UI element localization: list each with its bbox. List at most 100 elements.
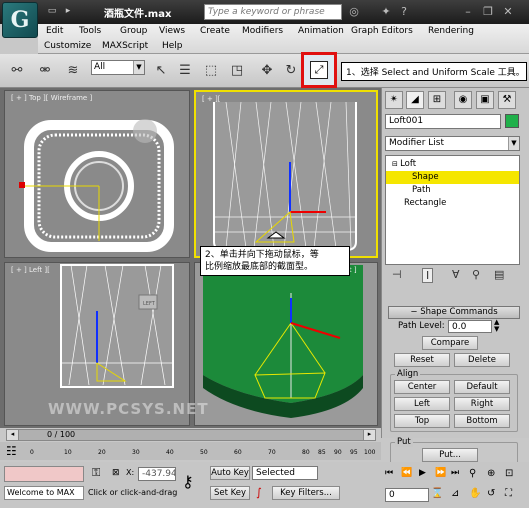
field-of-view-icon[interactable]: ⊿ — [451, 488, 459, 499]
absolute-mode-icon[interactable]: ⊠ — [112, 468, 120, 478]
menu-maxscript[interactable]: MAXScript — [102, 41, 148, 51]
create-tab-icon[interactable]: ✴ — [385, 91, 403, 109]
menu-rendering[interactable]: Rendering — [428, 26, 474, 36]
menu-edit[interactable]: Edit — [46, 26, 63, 36]
menu-modifiers[interactable]: Modifiers — [242, 26, 283, 36]
select-and-uniform-scale-button[interactable]: ⤢ — [301, 52, 337, 88]
go-to-start-icon[interactable]: ⏮ — [385, 468, 393, 478]
pin-stack-icon[interactable]: ⊣ — [392, 268, 402, 281]
rectangular-selection-icon[interactable]: ⬚ — [202, 62, 220, 80]
maxscript-listener-white[interactable]: Welcome to MAX — [4, 486, 84, 500]
orbit-icon[interactable]: ↺ — [487, 488, 495, 499]
select-by-name-icon[interactable]: ☰ — [176, 62, 194, 80]
align-bottom-button[interactable]: Bottom — [454, 414, 510, 428]
menu-views[interactable]: Views — [159, 26, 185, 36]
close-icon[interactable]: ✕ — [500, 4, 516, 20]
tick-95: 95 — [350, 449, 358, 456]
menu-help[interactable]: Help — [162, 41, 183, 51]
menu-create[interactable]: Create — [200, 26, 230, 36]
delete-button[interactable]: Delete — [454, 353, 510, 367]
zoom-icon[interactable]: ⚲ — [469, 468, 476, 479]
display-tab-icon[interactable]: ▣ — [476, 91, 494, 109]
key-filters-button[interactable]: Key Filters... — [272, 486, 340, 500]
object-name-field[interactable]: Loft001 — [385, 114, 501, 129]
align-center-button[interactable]: Center — [394, 380, 450, 394]
bind-space-warp-icon[interactable]: ≋ — [64, 62, 82, 80]
star-icon[interactable]: ✦ — [378, 4, 394, 20]
next-key-icon[interactable]: ⏩ — [435, 468, 446, 478]
track-bar[interactable]: ☷ 0 10 20 30 40 50 60 70 80 85 90 95 100 — [0, 442, 381, 460]
motion-tab-icon[interactable]: ◉ — [454, 91, 472, 109]
x-coordinate-field[interactable]: -437.94 — [138, 467, 176, 481]
new-file-icon[interactable]: ▭ — [46, 5, 58, 17]
zoom-all-icon[interactable]: ⊕ — [487, 468, 495, 479]
align-left-button[interactable]: Left — [394, 397, 450, 411]
path-level-spinner[interactable]: ▲ ▼ — [494, 319, 499, 333]
show-end-result-icon[interactable]: I — [422, 268, 434, 283]
menu-group[interactable]: Group — [120, 26, 147, 36]
modify-tab-icon[interactable]: ◢ — [406, 91, 424, 109]
menu-graph-editors[interactable]: Graph Editors — [351, 26, 413, 36]
put-button[interactable]: Put... — [422, 448, 478, 462]
track-bar-menu-icon[interactable]: ☷ — [6, 444, 17, 458]
align-right-button[interactable]: Right — [454, 397, 510, 411]
set-key-button[interactable]: Set Key — [210, 486, 250, 500]
utilities-tab-icon[interactable]: ⚒ — [498, 91, 516, 109]
make-unique-icon[interactable]: ∀ — [452, 268, 460, 281]
reset-button[interactable]: Reset — [394, 353, 450, 367]
help-icon[interactable]: ? — [396, 4, 412, 20]
remove-modifier-icon[interactable]: ⚲ — [472, 268, 480, 281]
align-default-button[interactable]: Default — [454, 380, 510, 394]
select-object-icon[interactable]: ↖ — [152, 62, 170, 80]
modifier-list-dropdown[interactable]: Modifier List ▼ — [385, 136, 520, 151]
stack-item-shape[interactable]: Shape — [386, 171, 519, 184]
selection-filter-dropdown[interactable]: All ▼ — [91, 60, 145, 75]
configure-sets-icon[interactable]: ▤ — [494, 268, 504, 281]
hierarchy-tab-icon[interactable]: ⊞ — [428, 91, 446, 109]
rotate-icon[interactable]: ↻ — [282, 62, 300, 80]
search-input[interactable]: Type a keyword or phrase — [204, 4, 342, 20]
maxscript-listener-pink[interactable] — [4, 466, 84, 482]
restore-icon[interactable]: ❐ — [480, 4, 496, 20]
key-icon[interactable]: ⚷ — [182, 472, 194, 491]
shape-commands-rollout[interactable]: − Shape Commands — [388, 306, 520, 319]
current-frame-field[interactable]: 0 — [385, 488, 429, 502]
menu-customize[interactable]: Customize — [44, 41, 91, 51]
link-icon[interactable]: ⚯ — [8, 62, 26, 80]
align-top-button[interactable]: Top — [394, 414, 450, 428]
next-frame-icon[interactable]: ▸ — [363, 430, 375, 440]
prev-frame-icon[interactable]: ◂ — [7, 430, 19, 440]
viewport-front[interactable]: [ + ][ — [194, 90, 378, 258]
window-crossing-icon[interactable]: ◳ — [228, 62, 246, 80]
compare-button[interactable]: Compare — [422, 336, 478, 350]
stack-item-path[interactable]: Path — [386, 184, 519, 197]
key-mode-dropdown[interactable]: Selected — [252, 466, 318, 480]
object-color-swatch[interactable] — [505, 114, 519, 128]
app-logo-icon[interactable]: G — [2, 2, 38, 38]
go-to-end-icon[interactable]: ⏭ — [451, 468, 459, 478]
move-icon[interactable]: ✥ — [258, 62, 276, 80]
stack-item-rectangle[interactable]: Rectangle — [386, 197, 519, 210]
unlink-icon[interactable]: ⚮ — [36, 62, 54, 80]
menu-tools[interactable]: Tools — [79, 26, 101, 36]
open-file-icon[interactable]: ▸ — [62, 5, 74, 17]
path-level-field[interactable]: 0.0 — [448, 320, 492, 333]
stack-item-loft[interactable]: ⊟ Loft — [386, 158, 519, 171]
pan-icon[interactable]: ✋ — [469, 488, 481, 499]
key-tangent-icon[interactable]: ∫ — [256, 486, 262, 499]
selection-lock-icon[interactable]: ⚿ — [92, 466, 100, 480]
viewport-top[interactable]: [ + ] Top ][ Wireframe ] — [4, 90, 190, 258]
play-icon[interactable]: ▶ — [419, 468, 426, 478]
prev-key-icon[interactable]: ⏪ — [401, 468, 412, 478]
binoculars-icon[interactable]: ◎ — [346, 4, 362, 20]
tick-80: 80 — [302, 449, 310, 456]
minimize-icon[interactable]: – — [460, 4, 476, 20]
zoom-extents-icon[interactable]: ⊡ — [505, 468, 513, 479]
time-slider[interactable]: ◂ 0 / 100 ▸ — [6, 429, 376, 441]
time-config-icon[interactable]: ⌛ — [431, 488, 443, 499]
step2-line2: 比例缩放最底部的截面型。 — [205, 262, 314, 272]
maximize-viewport-icon[interactable]: ⛶ — [505, 488, 512, 499]
menu-animation[interactable]: Animation — [298, 26, 344, 36]
viewport-perspective[interactable]: lit ] — [194, 262, 378, 426]
auto-key-button[interactable]: Auto Key — [210, 466, 250, 480]
